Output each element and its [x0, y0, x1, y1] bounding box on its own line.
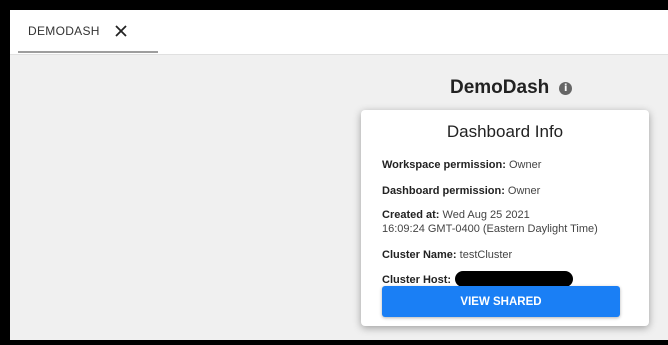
dashboard-content: DemoDash i Dashboard Info Workspace perm… — [10, 55, 668, 340]
created-at-value: Wed Aug 25 2021 — [442, 209, 530, 221]
info-icon[interactable]: i — [559, 81, 573, 95]
cluster-name-row: Cluster Name: testCluster — [382, 248, 512, 262]
cluster-host-row: Cluster Host: — [382, 270, 574, 287]
dashboard-title: DemoDash — [450, 77, 550, 98]
workspace-permission-value: Owner — [508, 159, 542, 171]
view-shared-button[interactable]: VIEW SHARED — [382, 286, 620, 317]
redaction-mark — [455, 270, 574, 287]
tab-label: DEMODASH — [28, 23, 100, 38]
popover-title: Dashboard Info — [446, 122, 564, 141]
dashboard-permission-value: Owner — [507, 185, 541, 197]
dashboard-permission-row: Dashboard permission: Owner — [382, 184, 540, 198]
tab-demodash[interactable]: DEMODASH — [18, 10, 158, 53]
cluster-name-label: Cluster Name: — [382, 249, 457, 261]
workspace-permission-row: Workspace permission: Owner — [382, 158, 541, 172]
app-frame: DEMODASH DemoDash i Dashboard Info Works… — [10, 10, 668, 340]
tab-bar: DEMODASH — [10, 10, 668, 55]
cluster-name-value: testCluster — [459, 249, 513, 261]
created-at-row: Created at: Wed Aug 25 2021 16:09:24 GMT… — [382, 208, 598, 236]
cluster-host-label: Cluster Host: — [382, 274, 452, 286]
dashboard-permission-label: Dashboard permission: — [382, 185, 505, 197]
created-at-value-time: 16:09:24 GMT-0400 (Eastern Daylight Time… — [382, 223, 598, 235]
created-at-label: Created at: — [382, 209, 440, 221]
dashboard-header: DemoDash i — [450, 77, 573, 99]
dashboard-info-popover: Dashboard Info Workspace permission: Own… — [361, 110, 649, 326]
workspace-permission-label: Workspace permission: — [382, 159, 506, 171]
close-icon[interactable] — [114, 24, 128, 38]
